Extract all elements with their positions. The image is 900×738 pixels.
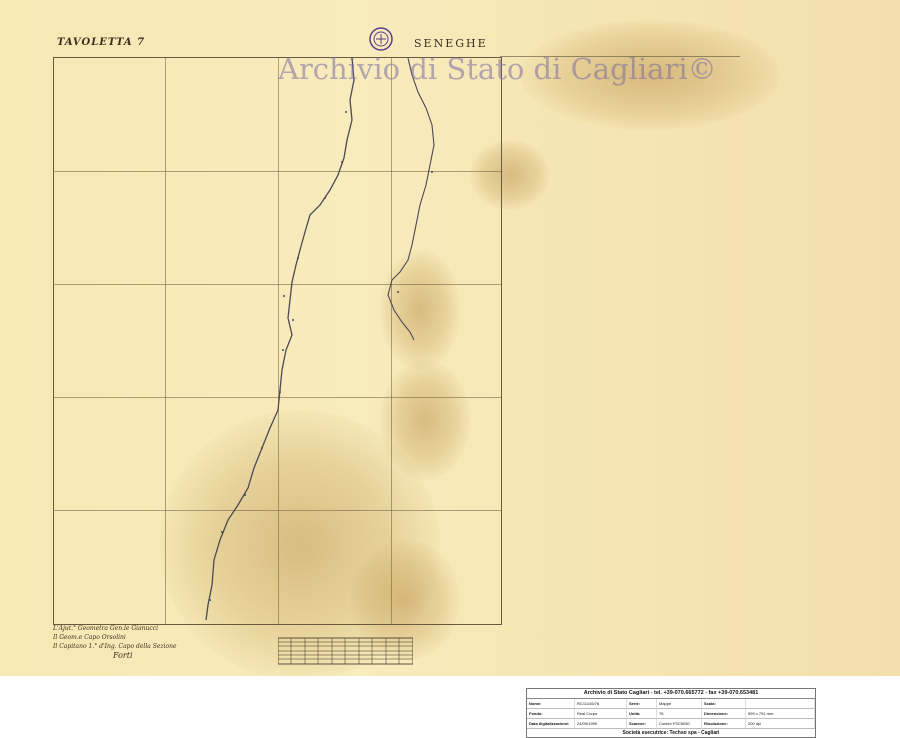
info-panel-footer: Società esecutrice: Techso spa - Cagliar… xyxy=(622,730,720,736)
signature-line: Il Capitano 1.° d'Ing. Capo della Sezion… xyxy=(53,643,177,650)
boundary-marker xyxy=(431,171,433,173)
boundary-marker xyxy=(261,447,263,449)
info-value: 24/09/1999 xyxy=(575,719,627,729)
info-label: Serie: xyxy=(627,699,657,709)
archive-watermark: Archivio di Stato di Cagliari© xyxy=(278,52,717,86)
boundary-marker xyxy=(283,295,285,297)
info-value xyxy=(746,699,815,709)
info-label: Data digitalizzazione: xyxy=(527,719,575,729)
info-value: 76 xyxy=(657,709,702,719)
info-label: Unità: xyxy=(627,709,657,719)
map-sheet: TAVOLETTA 7 SENEGHE Archivio di Stato di… xyxy=(0,0,900,676)
boundary-marker xyxy=(345,111,347,113)
map-scale-bar xyxy=(278,637,413,665)
boundary-marker xyxy=(244,494,246,496)
info-value: Contex FSC5050 xyxy=(657,719,702,729)
info-label: Scala: xyxy=(702,699,746,709)
territory-boundary xyxy=(205,57,435,621)
info-value: Mappe xyxy=(657,699,702,709)
info-value: Real Corpo xyxy=(575,709,627,719)
info-label: Dimensione: xyxy=(702,709,746,719)
boundary-marker xyxy=(324,197,326,199)
info-label: Fondo: xyxy=(527,709,575,719)
info-value: RC/11/45/76 xyxy=(575,699,627,709)
boundary-marker xyxy=(209,599,211,601)
signature-line: L'Ajut.° Geometra Gen.le Gianucci xyxy=(53,625,159,632)
boundary-marker xyxy=(282,349,284,351)
boundary-marker xyxy=(279,391,281,393)
info-label: Risoluzione: xyxy=(702,719,746,729)
signature-block: L'Ajut.° Geometra Gen.le Gianucci Il Geo… xyxy=(53,624,183,660)
info-value: 599 x 791 mm. xyxy=(746,709,815,719)
info-panel-title: Archivio di Stato Cagliari - tel. +39-07… xyxy=(527,689,815,699)
boundary-marker xyxy=(221,531,223,533)
boundary-marker xyxy=(341,161,343,163)
signature-line: Forti xyxy=(113,651,133,660)
info-value: 200 dpi xyxy=(746,719,815,729)
info-label: Nome: xyxy=(527,699,575,709)
boundary-marker xyxy=(397,291,399,293)
archive-info-panel: Archivio di Stato Cagliari - tel. +39-07… xyxy=(526,688,816,738)
signature-line: Il Geom.e Capo Orsolini xyxy=(53,634,126,641)
boundary-marker xyxy=(297,257,299,259)
info-label: Scanner: xyxy=(627,719,657,729)
boundary-marker xyxy=(292,319,294,321)
info-panel-grid: Nome: RC/11/45/76 Serie: Mappe Scala: Fo… xyxy=(527,699,815,729)
